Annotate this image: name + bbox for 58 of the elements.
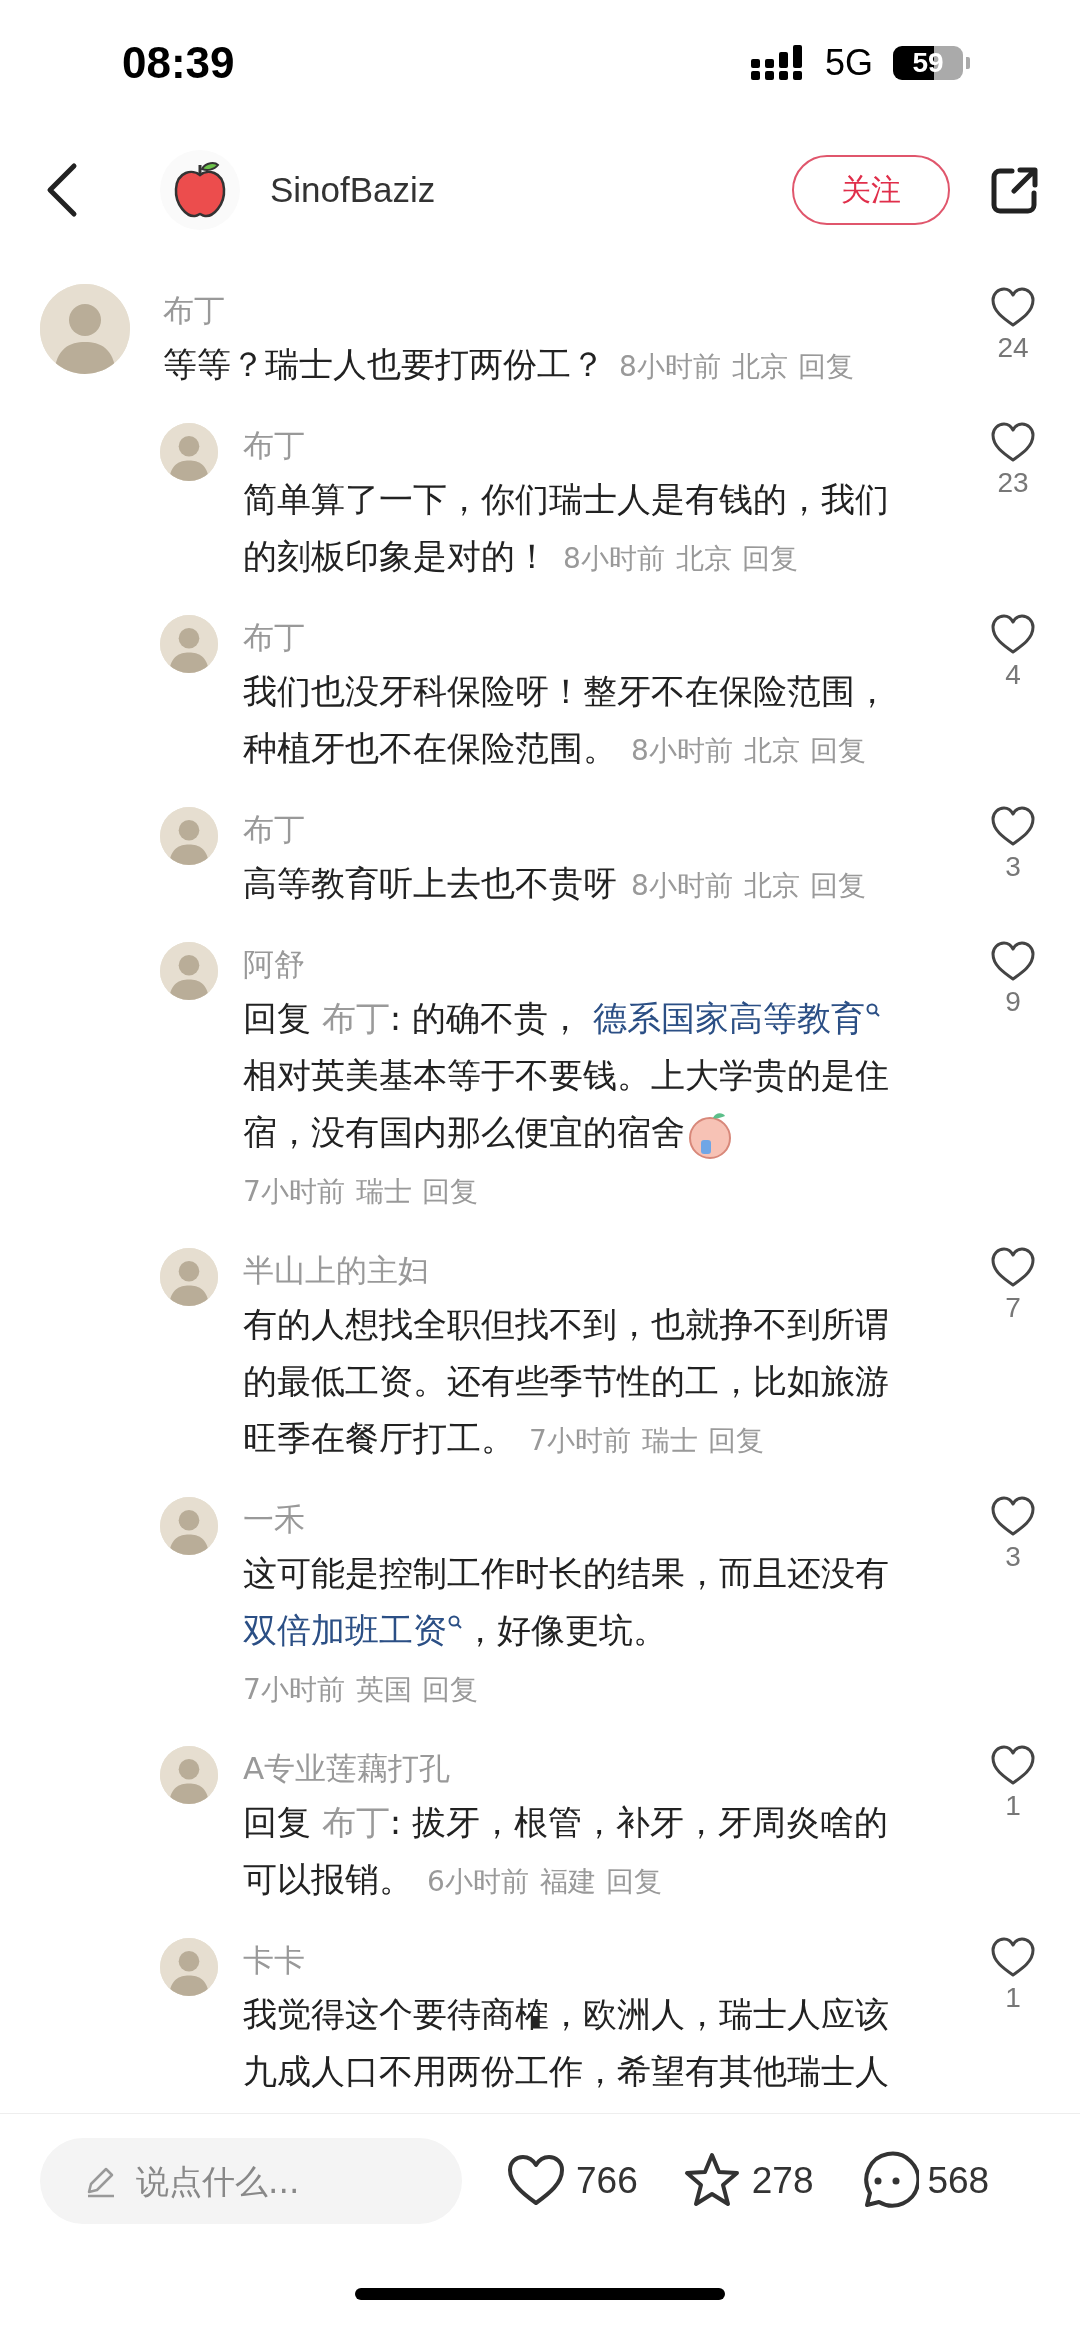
comment-text: 我觉得这个要待商榷，欧洲人，瑞士人应该九成人口不用两份工作，希望有其他瑞士人: [243, 1994, 889, 2091]
author-name[interactable]: SinofBaziz: [270, 170, 792, 210]
search-link[interactable]: 双倍加班工资: [243, 1610, 463, 1650]
reply-link[interactable]: 回复: [422, 1673, 479, 1706]
comment-button[interactable]: 568: [855, 2149, 990, 2213]
status-time: 08:39: [122, 38, 235, 88]
like-icon[interactable]: [990, 805, 1036, 847]
comment-text: 我们也没牙科保险呀！整牙不在保险范围，种植牙也不在保险范围。 8小时前 北京 回复: [243, 670, 890, 770]
like-count: 4: [1005, 659, 1021, 691]
like-icon[interactable]: [990, 1936, 1036, 1978]
comment-text: 有的人想找全职但找不到，也就挣不到所谓的最低工资。还有些季节性的工，比如旅游旺季在餐厅打工。 7小时前 瑞士 回复: [243, 1303, 890, 1460]
comment-time: 7小时前: [243, 1175, 345, 1208]
favorite-button[interactable]: 278: [679, 2149, 814, 2213]
comment-location: 英国: [355, 1673, 412, 1706]
comment-input[interactable]: 说点什么...: [40, 2138, 462, 2224]
like-icon[interactable]: [990, 613, 1036, 655]
comment-input-text[interactable]: 说点什么...: [134, 2160, 438, 2202]
search-icon: [447, 1613, 463, 1630]
like-count: 3: [1005, 851, 1021, 883]
comment-text: 等等？瑞士人也要打两份工？ 8小时前 北京 回复: [163, 343, 856, 386]
comment-author[interactable]: 布丁: [243, 419, 908, 471]
network-label: 5G: [824, 42, 873, 84]
follow-button[interactable]: 关注: [792, 155, 950, 225]
comment-author[interactable]: 布丁: [243, 611, 908, 663]
signal-icon: [750, 45, 805, 81]
comment-author[interactable]: 卡卡: [243, 1934, 908, 1986]
like-icon[interactable]: [990, 1495, 1036, 1537]
comment-text: 高等教育听上去也不贵呀 8小时前 北京 回复: [243, 862, 868, 905]
comment-author[interactable]: 阿舒: [243, 938, 908, 990]
comment-text: 这可能是控制工作时长的结果，而且还没有 双倍加班工资 ，好像更坑。: [243, 1553, 889, 1650]
search-icon: [864, 1001, 881, 1018]
comment-author[interactable]: 布丁: [163, 284, 900, 336]
comment-author[interactable]: A专业莲藕打孔: [243, 1742, 908, 1794]
like-icon[interactable]: [990, 1744, 1036, 1786]
like-icon[interactable]: [990, 940, 1036, 982]
share-icon[interactable]: [990, 165, 1040, 215]
comment-text: 回复 布丁: 拔牙，根管，补牙，牙周炎啥的可以报销。 6小时前 福建 回复: [243, 1801, 890, 1901]
like-count: 9: [1005, 986, 1021, 1018]
comment-text: 简单算了一下，你们瑞士人是有钱的，我们的刻板印象是对的！ 8小时前 北京 回复: [243, 478, 890, 578]
like-count: 23: [997, 467, 1029, 499]
comment-time: 7小时前: [243, 1673, 345, 1706]
like-icon[interactable]: [990, 1246, 1036, 1288]
like-count: 24: [997, 332, 1029, 364]
like-button[interactable]: 766: [504, 2149, 638, 2213]
like-count: 7: [1005, 1292, 1021, 1324]
like-icon[interactable]: [990, 286, 1036, 328]
comment-text: 回复 布丁: 的确不贵， 德系国家高等教育 相对英美基本等于不要钱。上大学贵的是住宿，没有国内那么便宜的宿舍: [243, 998, 889, 1152]
like-count: 1: [1005, 1982, 1021, 2014]
comment-author[interactable]: 布丁: [243, 803, 908, 855]
reply-link[interactable]: 回复: [422, 1175, 479, 1208]
comment-author[interactable]: 一禾: [243, 1493, 908, 1545]
like-icon[interactable]: [990, 421, 1036, 463]
comment-location: 瑞士: [355, 1175, 412, 1208]
apple-icon[interactable]: [173, 161, 227, 219]
comment-author[interactable]: 半山上的主妇: [243, 1244, 908, 1296]
like-count: 3: [1005, 1541, 1021, 1573]
search-link[interactable]: 德系国家高等教育: [592, 998, 881, 1038]
like-count: 1: [1005, 1790, 1021, 1822]
